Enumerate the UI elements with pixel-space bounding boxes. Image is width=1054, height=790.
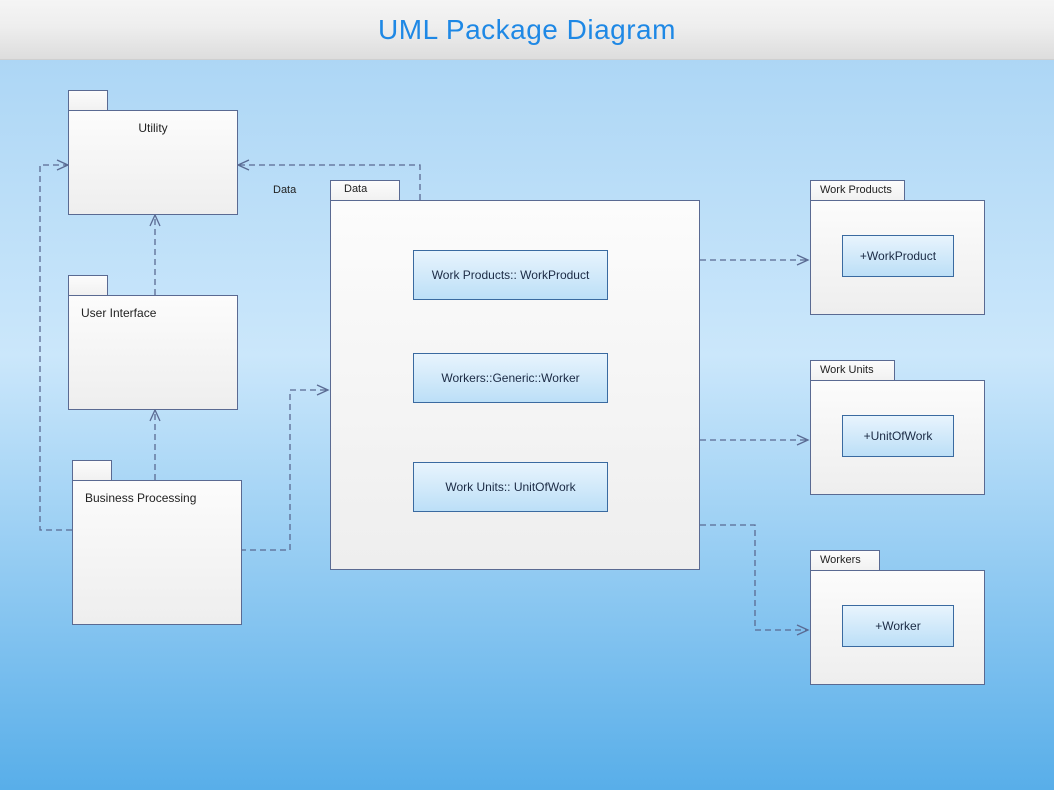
diagram-canvas: Utility User Interface Business Processi… xyxy=(0,60,1054,790)
workers-inner-label: +Worker xyxy=(875,619,920,633)
class-unitofwork: Work Units:: UnitOfWork xyxy=(413,462,608,512)
package-workers-label: Workers xyxy=(820,554,861,566)
package-data-tab-label: Data xyxy=(344,183,367,195)
workunits-inner-label: +UnitOfWork xyxy=(864,429,933,443)
class-worker-label: Workers::Generic::Worker xyxy=(441,371,579,385)
class-worker: Workers::Generic::Worker xyxy=(413,353,608,403)
workers-inner: +Worker xyxy=(842,605,954,647)
dep-data-to-workers xyxy=(700,525,808,630)
package-data-label: Data xyxy=(273,184,296,196)
workunits-inner: +UnitOfWork xyxy=(842,415,954,457)
class-unitofwork-label: Work Units:: UnitOfWork xyxy=(445,480,575,494)
package-ui-label: User Interface xyxy=(81,306,156,320)
class-workproduct-label: Work Products:: WorkProduct xyxy=(432,268,590,282)
dep-bp-to-data xyxy=(240,390,328,550)
workproducts-inner-label: +WorkProduct xyxy=(860,249,936,263)
class-workproduct: Work Products:: WorkProduct xyxy=(413,250,608,300)
package-utility-label: Utility xyxy=(138,121,167,135)
package-bp-label: Business Processing xyxy=(85,491,196,505)
page-title: UML Package Diagram xyxy=(378,14,676,46)
page-root: UML Package Diagram xyxy=(0,0,1054,790)
package-work-products-label: Work Products xyxy=(820,184,892,196)
workproducts-inner: +WorkProduct xyxy=(842,235,954,277)
title-bar: UML Package Diagram xyxy=(0,0,1054,60)
package-work-units-label: Work Units xyxy=(820,364,874,376)
